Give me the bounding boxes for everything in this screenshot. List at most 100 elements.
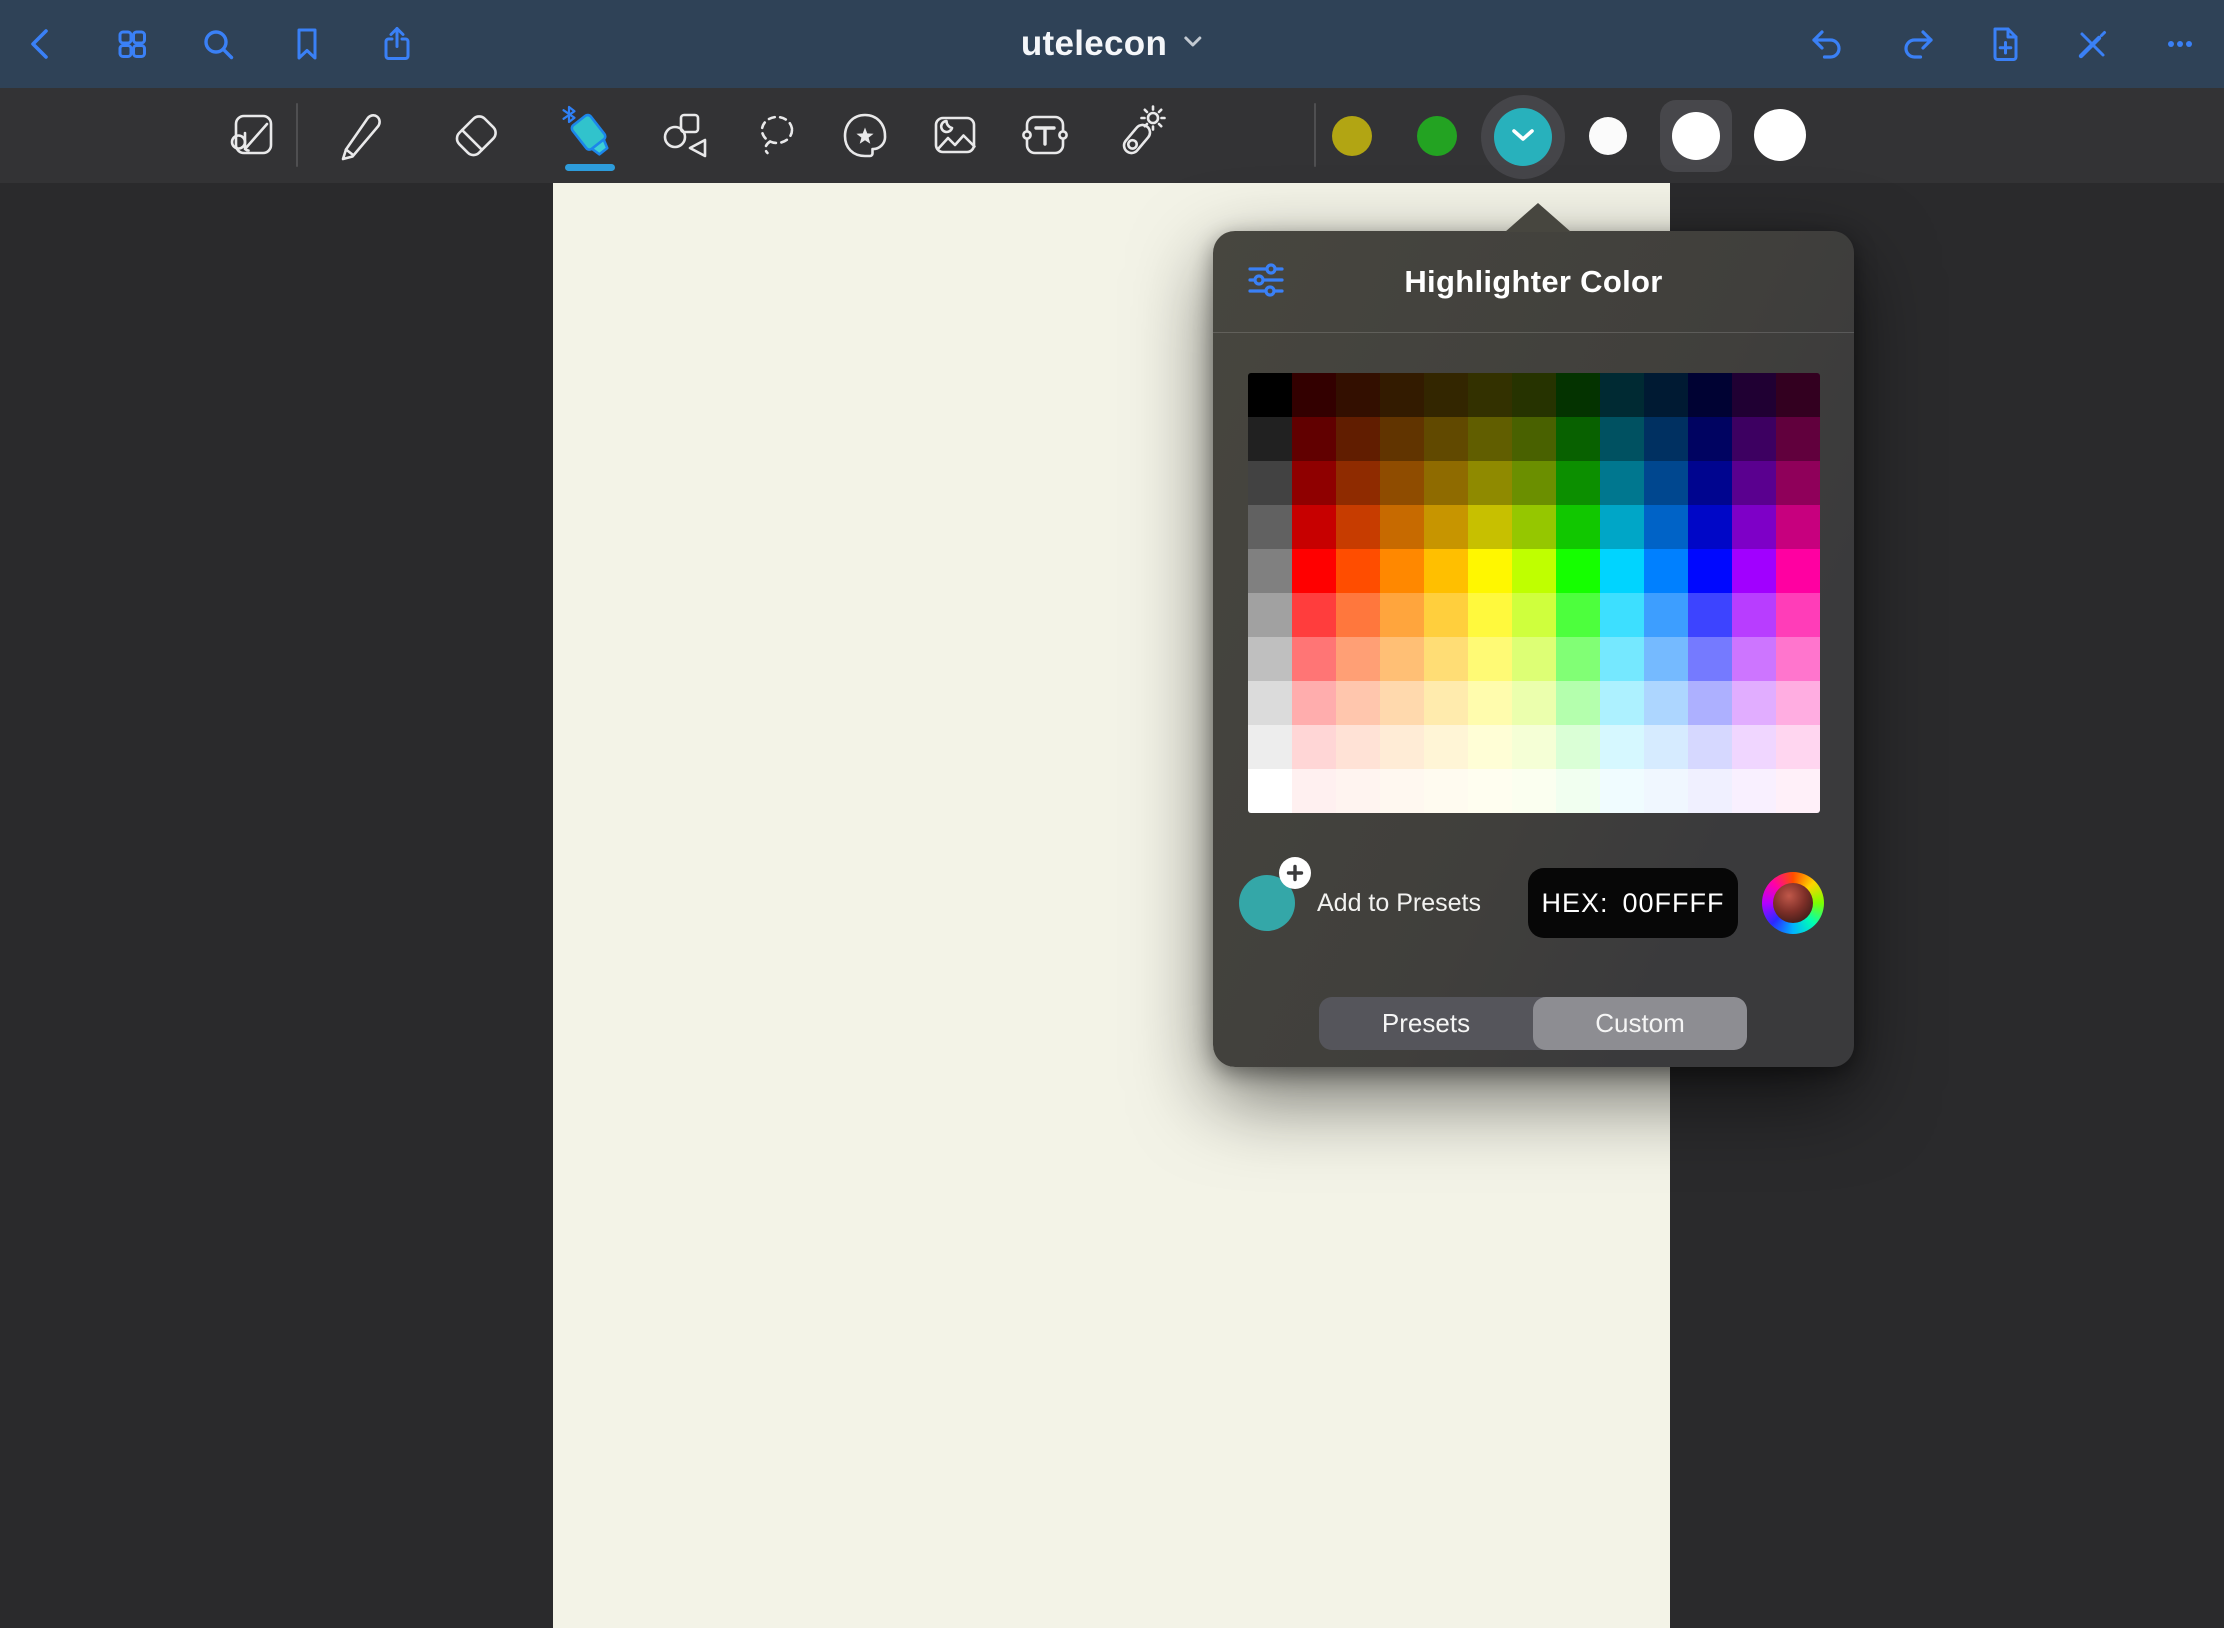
- color-swatch[interactable]: [1292, 681, 1336, 725]
- color-swatch[interactable]: [1732, 681, 1776, 725]
- color-swatch[interactable]: [1644, 505, 1688, 549]
- color-swatch[interactable]: [1512, 637, 1556, 681]
- color-swatch[interactable]: [1776, 593, 1820, 637]
- color-swatch[interactable]: [1468, 681, 1512, 725]
- color-swatch[interactable]: [1776, 461, 1820, 505]
- color-swatch[interactable]: [1336, 637, 1380, 681]
- color-swatch[interactable]: [1512, 681, 1556, 725]
- color-swatch[interactable]: [1600, 417, 1644, 461]
- color-swatch[interactable]: [1424, 725, 1468, 769]
- color-swatch[interactable]: [1248, 549, 1292, 593]
- color-swatch[interactable]: [1380, 373, 1424, 417]
- color-swatch[interactable]: [1248, 681, 1292, 725]
- tab-custom[interactable]: Custom: [1533, 997, 1747, 1050]
- color-swatch[interactable]: [1512, 417, 1556, 461]
- tab-presets[interactable]: Presets: [1319, 997, 1533, 1050]
- color-swatch[interactable]: [1336, 769, 1380, 813]
- color-swatch[interactable]: [1336, 593, 1380, 637]
- color-swatch[interactable]: [1248, 417, 1292, 461]
- color-swatch[interactable]: [1732, 373, 1776, 417]
- search-button[interactable]: [190, 16, 246, 72]
- share-button[interactable]: [369, 16, 425, 72]
- color-swatch[interactable]: [1776, 549, 1820, 593]
- color-swatch[interactable]: [1600, 505, 1644, 549]
- color-swatch[interactable]: [1380, 417, 1424, 461]
- color-swatch[interactable]: [1248, 769, 1292, 813]
- color-preset-green[interactable]: [1417, 116, 1457, 156]
- color-swatch[interactable]: [1380, 681, 1424, 725]
- color-swatch[interactable]: [1248, 461, 1292, 505]
- color-swatch[interactable]: [1468, 417, 1512, 461]
- document-title-button[interactable]: utelecon: [1021, 0, 1203, 88]
- color-preset-teal-selected[interactable]: [1481, 95, 1565, 179]
- color-swatch[interactable]: [1644, 417, 1688, 461]
- color-swatch[interactable]: [1556, 461, 1600, 505]
- read-only-mode-button[interactable]: [2064, 16, 2120, 72]
- color-swatch[interactable]: [1336, 725, 1380, 769]
- color-swatch[interactable]: [1732, 505, 1776, 549]
- color-swatch[interactable]: [1292, 417, 1336, 461]
- color-swatch[interactable]: [1776, 681, 1820, 725]
- color-swatch[interactable]: [1556, 505, 1600, 549]
- color-swatch[interactable]: [1688, 461, 1732, 505]
- color-swatch[interactable]: [1732, 637, 1776, 681]
- color-swatch[interactable]: [1732, 769, 1776, 813]
- color-swatch[interactable]: [1424, 681, 1468, 725]
- color-swatch[interactable]: [1600, 725, 1644, 769]
- color-swatch[interactable]: [1600, 681, 1644, 725]
- color-swatch[interactable]: [1380, 505, 1424, 549]
- color-swatch[interactable]: [1688, 373, 1732, 417]
- color-swatch[interactable]: [1512, 725, 1556, 769]
- color-swatch[interactable]: [1424, 593, 1468, 637]
- color-swatch[interactable]: [1556, 417, 1600, 461]
- color-swatch[interactable]: [1512, 461, 1556, 505]
- color-swatch[interactable]: [1380, 637, 1424, 681]
- color-swatch[interactable]: [1556, 637, 1600, 681]
- color-preset-olive[interactable]: [1332, 116, 1372, 156]
- color-swatch[interactable]: [1380, 725, 1424, 769]
- color-swatch[interactable]: [1556, 725, 1600, 769]
- color-swatch[interactable]: [1468, 725, 1512, 769]
- sliders-button[interactable]: [1241, 257, 1291, 307]
- color-swatch[interactable]: [1644, 549, 1688, 593]
- stroke-size-medium-selected[interactable]: [1660, 100, 1732, 172]
- color-swatch[interactable]: [1468, 593, 1512, 637]
- color-swatch[interactable]: [1556, 769, 1600, 813]
- color-swatch[interactable]: [1424, 461, 1468, 505]
- color-swatch[interactable]: [1512, 505, 1556, 549]
- color-swatch[interactable]: [1468, 769, 1512, 813]
- color-swatch[interactable]: [1336, 417, 1380, 461]
- add-to-presets-button[interactable]: [1239, 875, 1295, 931]
- tool-lasso[interactable]: [737, 95, 817, 175]
- color-swatch[interactable]: [1292, 637, 1336, 681]
- tool-text[interactable]: [1005, 95, 1085, 175]
- color-swatch[interactable]: [1380, 769, 1424, 813]
- color-swatch[interactable]: [1776, 373, 1820, 417]
- color-swatch[interactable]: [1292, 725, 1336, 769]
- color-swatch[interactable]: [1468, 505, 1512, 549]
- color-swatch[interactable]: [1732, 461, 1776, 505]
- color-swatch[interactable]: [1292, 505, 1336, 549]
- color-swatch[interactable]: [1468, 549, 1512, 593]
- color-swatch[interactable]: [1644, 769, 1688, 813]
- color-swatch[interactable]: [1292, 373, 1336, 417]
- color-swatch[interactable]: [1512, 549, 1556, 593]
- color-swatch[interactable]: [1776, 725, 1820, 769]
- tool-image[interactable]: [915, 95, 995, 175]
- color-swatch[interactable]: [1644, 593, 1688, 637]
- color-swatch[interactable]: [1424, 637, 1468, 681]
- color-swatch[interactable]: [1424, 373, 1468, 417]
- color-swatch[interactable]: [1644, 725, 1688, 769]
- color-swatch[interactable]: [1776, 769, 1820, 813]
- color-swatch[interactable]: [1512, 769, 1556, 813]
- color-swatch[interactable]: [1600, 373, 1644, 417]
- redo-button[interactable]: [1890, 16, 1946, 72]
- color-swatch[interactable]: [1292, 769, 1336, 813]
- color-swatch[interactable]: [1600, 593, 1644, 637]
- color-swatch[interactable]: [1512, 593, 1556, 637]
- add-page-button[interactable]: [1977, 16, 2033, 72]
- color-swatch[interactable]: [1380, 461, 1424, 505]
- more-button[interactable]: [2152, 16, 2208, 72]
- color-swatch[interactable]: [1336, 549, 1380, 593]
- tool-shapes[interactable]: [647, 95, 727, 175]
